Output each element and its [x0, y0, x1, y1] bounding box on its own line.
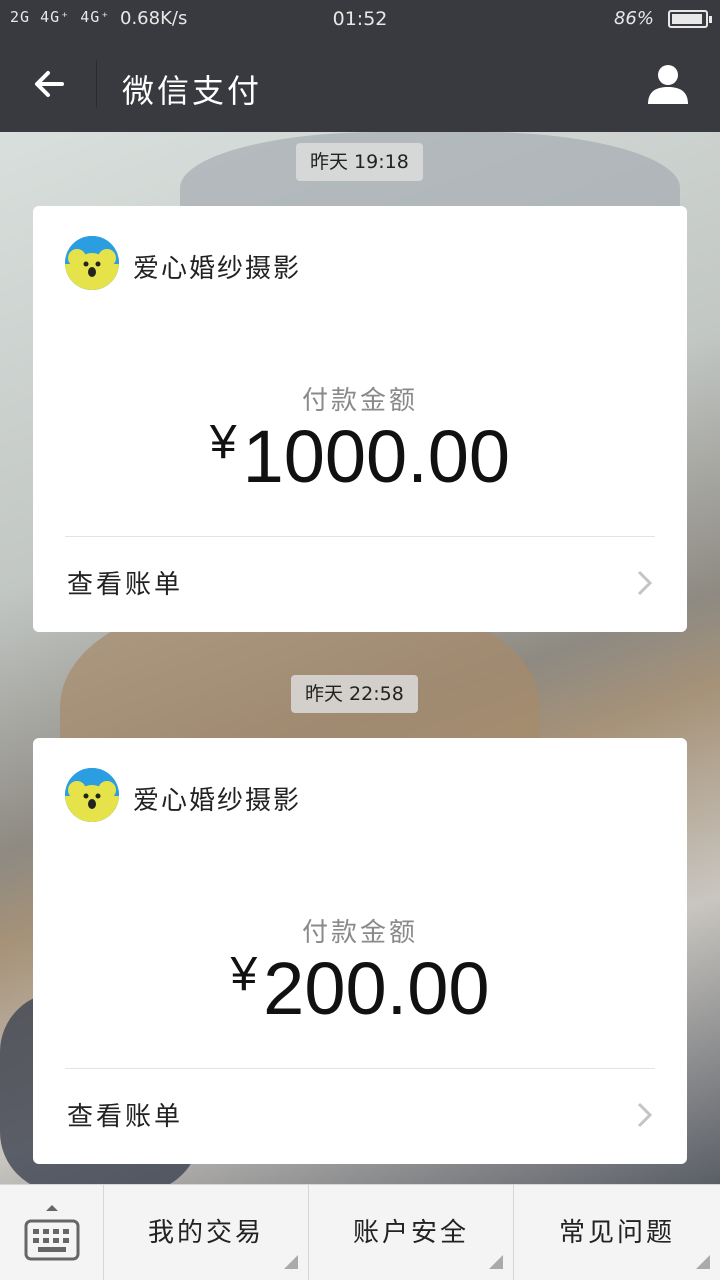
back-button[interactable]: [26, 60, 74, 108]
submenu-indicator-icon: [696, 1255, 710, 1269]
submenu-indicator-icon: [489, 1255, 503, 1269]
menu-account-security[interactable]: 账户安全: [309, 1185, 514, 1280]
payment-amount: ¥1000.00: [33, 414, 687, 499]
view-bill-link[interactable]: 查看账单: [67, 1096, 183, 1133]
payment-amount: ¥200.00: [33, 946, 687, 1031]
currency-symbol: ¥: [230, 948, 258, 1001]
koala-icon: [65, 236, 119, 290]
submenu-indicator-icon: [284, 1255, 298, 1269]
header-divider: [96, 60, 97, 108]
currency-symbol: ¥: [209, 416, 237, 469]
message-timestamp: 昨天 19:18: [296, 143, 423, 181]
payment-card[interactable]: 爱心婚纱摄影 付款金额 ¥200.00 查看账单: [33, 738, 687, 1164]
user-profile-button[interactable]: [644, 60, 692, 108]
payment-card[interactable]: 爱心婚纱摄影 付款金额 ¥1000.00 查看账单: [33, 206, 687, 632]
chevron-right-icon: [637, 1102, 653, 1128]
arrow-left-icon: [35, 71, 64, 97]
clock: 01:52: [332, 8, 388, 30]
keyboard-toggle-button[interactable]: [0, 1185, 104, 1280]
message-timestamp: 昨天 22:58: [291, 675, 418, 713]
chevron-right-icon: [637, 570, 653, 596]
amount-label: 付款金额: [301, 386, 418, 416]
status-bar: 2G 4G⁺ 4G⁺ 0.68K/s 01:52 86%: [0, 0, 720, 38]
card-divider: [65, 536, 655, 537]
merchant-name: 爱心婚纱摄影: [133, 254, 302, 284]
menu-label: 我的交易: [147, 1218, 264, 1248]
koala-icon: [65, 768, 119, 822]
amount-value: 200.00: [263, 947, 490, 1030]
battery-icon: [668, 10, 712, 28]
merchant-avatar: [65, 768, 119, 822]
keyboard-icon: [24, 1205, 80, 1261]
card-divider: [65, 1068, 655, 1069]
view-bill-link[interactable]: 查看账单: [67, 564, 183, 601]
menu-my-transactions[interactable]: 我的交易: [104, 1185, 309, 1280]
title-bar: 微信支付: [0, 38, 720, 132]
merchant-name: 爱心婚纱摄影: [133, 786, 302, 816]
battery-percent: 86%: [613, 8, 654, 29]
page-title: 微信支付: [122, 72, 263, 110]
menu-faq[interactable]: 常见问题: [514, 1185, 720, 1280]
merchant-avatar: [65, 236, 119, 290]
bottom-menu-bar: 我的交易 账户安全 常见问题: [0, 1184, 720, 1280]
amount-label: 付款金额: [301, 918, 418, 948]
menu-label: 账户安全: [352, 1218, 469, 1248]
amount-value: 1000.00: [242, 415, 511, 498]
menu-label: 常见问题: [558, 1218, 675, 1248]
user-icon: [648, 65, 688, 104]
